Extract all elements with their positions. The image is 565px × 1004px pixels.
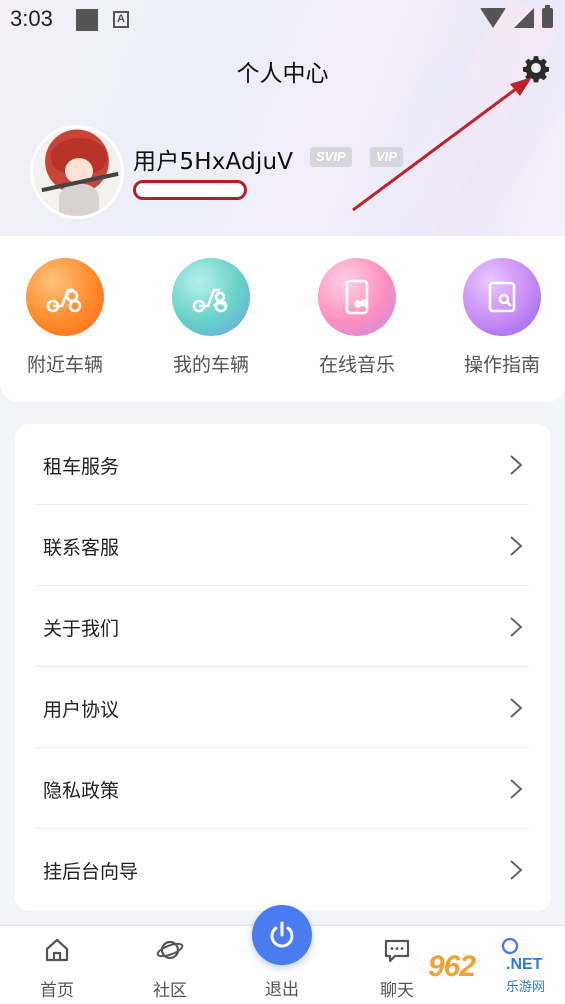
avatar[interactable]: [30, 125, 124, 219]
menu-item-label: 关于我们: [43, 618, 120, 640]
quick-item-label: 在线音乐: [318, 354, 395, 376]
tab-chat[interactable]: 聊天: [357, 936, 437, 1002]
menu-item-label: 挂后台向导: [43, 861, 139, 883]
music-phone-icon: [318, 258, 396, 336]
vip-badge: VIP: [370, 147, 403, 167]
wifi-icon: [480, 8, 506, 28]
watermark-brand: 962: [428, 950, 476, 983]
quick-item-online-music[interactable]: 在线音乐: [302, 258, 412, 378]
chevron-right-icon: [510, 860, 523, 880]
menu-item-rental-service[interactable]: 租车服务: [37, 424, 529, 505]
menu-item-privacy-policy[interactable]: 隐私政策: [37, 748, 529, 829]
quick-item-label: 操作指南: [463, 354, 540, 376]
redacted-phone-field: [133, 180, 247, 200]
chevron-right-icon: [510, 698, 523, 718]
menu-item-background-guide[interactable]: 挂后台向导: [37, 829, 529, 910]
signal-icon: [514, 8, 534, 28]
status-bar: 3:03 A: [0, 0, 565, 40]
status-time: 3:03: [10, 6, 53, 31]
quick-item-guide[interactable]: 操作指南: [447, 258, 557, 378]
chat-icon: [384, 939, 410, 963]
username: 用户5HxAdjuV: [133, 149, 294, 175]
page-title: 个人中心: [236, 61, 329, 87]
quick-item-label: 附近车辆: [26, 354, 103, 376]
notification-square-icon: [76, 9, 98, 31]
chevron-right-icon: [510, 779, 523, 799]
logout-button[interactable]: [252, 905, 312, 965]
menu-item-user-agreement[interactable]: 用户协议: [37, 667, 529, 748]
svip-badge: SVIP: [310, 147, 352, 167]
notification-a-icon: A: [113, 11, 129, 28]
menu-list: 租车服务 联系客服 关于我们 用户协议 隐私政策 挂后台向导: [15, 424, 551, 911]
tab-community[interactable]: 社区: [130, 936, 210, 1002]
logout-label: 退出: [265, 980, 299, 1000]
quick-actions-panel: 附近车辆 我的车辆 在线音乐 操作指南: [0, 236, 565, 402]
watermark-suffix: .NET: [506, 956, 543, 973]
tab-label: 首页: [40, 981, 74, 1001]
quick-item-nearby-vehicles[interactable]: 附近车辆: [10, 258, 120, 378]
chevron-right-icon: [510, 455, 523, 475]
watermark-sub: 乐游网: [506, 980, 546, 995]
battery-icon: [542, 5, 553, 28]
tab-label: 聊天: [380, 981, 414, 1001]
menu-item-label: 租车服务: [43, 456, 120, 478]
quick-item-label: 我的车辆: [172, 354, 249, 376]
menu-item-label: 联系客服: [43, 537, 120, 559]
gear-icon[interactable]: [520, 52, 552, 84]
tab-home[interactable]: 首页: [17, 936, 97, 1002]
chevron-right-icon: [510, 617, 523, 637]
quick-item-my-vehicles[interactable]: 我的车辆: [156, 258, 266, 378]
planet-icon: [156, 940, 184, 960]
menu-item-label: 隐私政策: [43, 780, 120, 802]
home-icon: [45, 938, 69, 962]
guide-icon: [463, 258, 541, 336]
nearby-scooter-icon: [26, 258, 104, 336]
tab-label: 社区: [153, 981, 187, 1001]
power-icon: [270, 921, 294, 948]
menu-item-label: 用户协议: [43, 699, 120, 721]
chevron-right-icon: [510, 536, 523, 556]
my-scooter-icon: [172, 258, 250, 336]
menu-item-about-us[interactable]: 关于我们: [37, 586, 529, 667]
watermark: 962 .NET 乐游网: [428, 950, 560, 998]
menu-item-customer-service[interactable]: 联系客服: [37, 505, 529, 586]
